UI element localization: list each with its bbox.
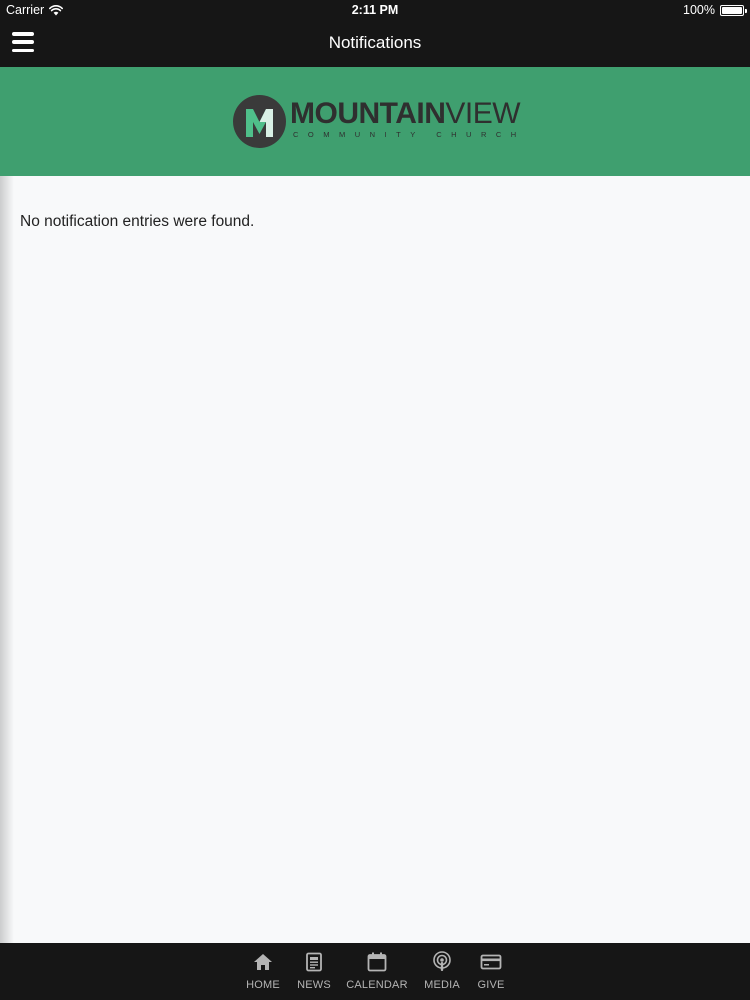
home-icon [254,954,272,970]
status-bar: Carrier 2:11 PM 100% [0,0,750,20]
credit-card-icon [480,954,502,970]
logo-word-bold: MOUNTAIN [290,97,446,130]
top-bar: Carrier 2:11 PM 100% Notifications [0,0,750,67]
tab-calendar[interactable]: CALENDAR [340,951,414,991]
bottom-tab-bar: HOME NEWS CALENDAR MEDIA GIVE [0,943,750,1000]
tab-home-label: HOME [246,979,280,991]
tab-media[interactable]: MEDIA [414,951,470,991]
tab-media-label: MEDIA [424,979,460,991]
notifications-content: No notification entries were found. [0,176,750,943]
logo-word-light: VIEW [445,97,521,130]
battery-fill [722,6,742,14]
page-title: Notifications [328,33,422,52]
logo-mark-icon [233,95,286,148]
drawer-edge-shadow [0,176,14,943]
calendar-icon [367,952,387,972]
tab-give-label: GIVE [477,979,505,991]
status-time: 2:11 PM [351,3,399,17]
tab-calendar-label: CALENDAR [346,979,408,991]
church-banner: MOUNTAINVIEW COMMUNITY CHURCH [0,67,750,176]
podcast-icon [433,951,451,971]
empty-notifications-message: No notification entries were found. [20,213,255,230]
tab-news[interactable]: NEWS [288,951,340,991]
church-logo: MOUNTAINVIEW COMMUNITY CHURCH [233,93,523,149]
tab-news-label: NEWS [297,979,331,991]
logo-wordmark: MOUNTAINVIEW [290,97,521,131]
tab-give[interactable]: GIVE [470,951,512,991]
logo-subtitle: COMMUNITY CHURCH [293,130,526,139]
battery-percent: 100% [683,3,715,17]
news-icon [306,952,322,972]
battery-icon [720,4,747,16]
status-right: 100% [683,3,747,17]
tab-list: HOME NEWS CALENDAR MEDIA GIVE [0,951,750,991]
tab-home[interactable]: HOME [238,951,288,991]
navigation-bar: Notifications [0,20,750,67]
